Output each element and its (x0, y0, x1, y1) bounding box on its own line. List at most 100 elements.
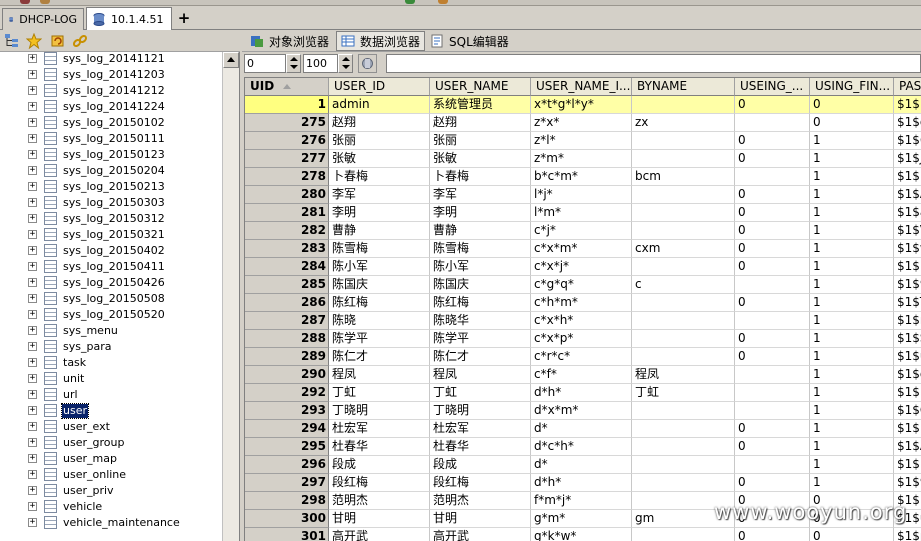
row-uid[interactable]: 283 (245, 240, 329, 258)
table-cell[interactable]: 程凤 (430, 366, 531, 384)
table-cell[interactable] (632, 132, 735, 150)
row-uid[interactable]: 293 (245, 402, 329, 420)
table-cell[interactable] (632, 204, 735, 222)
table-cell[interactable]: 0 (810, 96, 894, 114)
table-cell[interactable]: 丁晓明 (430, 402, 531, 420)
table-row[interactable]: 285陈国庆陈国庆c*g*q*c1$1$9t (245, 276, 921, 294)
table-cell[interactable]: 1 (810, 420, 894, 438)
table-row[interactable]: 289陈仁才陈仁才c*r*c*01$1$u (245, 348, 921, 366)
table-cell[interactable]: c*r*c* (531, 348, 632, 366)
table-cell[interactable]: 李明 (430, 204, 531, 222)
row-uid[interactable]: 294 (245, 420, 329, 438)
expand-icon[interactable]: + (28, 102, 37, 111)
column-header[interactable]: USING_FIN... (810, 78, 894, 96)
table-cell[interactable]: 高开武 (430, 528, 531, 541)
table-cell[interactable]: c*h*m* (531, 294, 632, 312)
table-cell[interactable]: 段成 (430, 456, 531, 474)
row-uid[interactable]: 295 (245, 438, 329, 456)
expand-icon[interactable]: + (28, 150, 37, 159)
table-cell[interactable]: g*k*w* (531, 528, 632, 541)
table-cell[interactable] (735, 312, 810, 330)
table-cell[interactable]: 0 (810, 528, 894, 541)
table-cell[interactable]: 1 (810, 402, 894, 420)
table-cell[interactable]: 1 (810, 222, 894, 240)
table-cell[interactable]: 1 (810, 330, 894, 348)
table-cell[interactable]: 赵翔 (329, 114, 430, 132)
table-cell[interactable]: 陈小军 (430, 258, 531, 276)
table-cell[interactable]: c*x*j* (531, 258, 632, 276)
expand-icon[interactable]: + (28, 454, 37, 463)
tree-node[interactable]: + vehicle (0, 499, 222, 515)
table-cell[interactable]: $1$gc (894, 114, 921, 132)
table-row[interactable]: 277张敏张敏z*m*01$1$Jl (245, 150, 921, 168)
tree-node[interactable]: + sys_log_20141203 (0, 67, 222, 83)
table-row[interactable]: 284陈小军陈小军c*x*j*01$1$BE (245, 258, 921, 276)
expand-icon[interactable]: + (28, 486, 37, 495)
table-cell[interactable]: 丁虹 (632, 384, 735, 402)
expand-icon[interactable]: + (28, 470, 37, 479)
tree-node[interactable]: + user_map (0, 451, 222, 467)
tree-node[interactable]: + sys_log_20150204 (0, 163, 222, 179)
expand-icon[interactable]: + (28, 230, 37, 239)
table-cell[interactable]: 0 (735, 204, 810, 222)
table-cell[interactable]: $1$BE (894, 258, 921, 276)
table-cell[interactable]: c*j* (531, 222, 632, 240)
table-cell[interactable]: 1 (810, 150, 894, 168)
row-uid[interactable]: 1 (245, 96, 329, 114)
table-cell[interactable]: $1$F (894, 384, 921, 402)
table-cell[interactable]: 1 (810, 438, 894, 456)
table-cell[interactable] (632, 330, 735, 348)
table-cell[interactable]: z*l* (531, 132, 632, 150)
table-cell[interactable]: z*x* (531, 114, 632, 132)
limit-stepper[interactable] (338, 54, 353, 73)
row-uid[interactable]: 292 (245, 384, 329, 402)
row-uid[interactable]: 301 (245, 528, 329, 541)
table-row[interactable]: 280李军李军l*j*01$1$A (245, 186, 921, 204)
table-cell[interactable]: 0 (735, 294, 810, 312)
refresh-icon[interactable] (50, 33, 66, 49)
table-cell[interactable]: c*x*p* (531, 330, 632, 348)
table-cell[interactable] (632, 258, 735, 276)
table-cell[interactable]: d*h* (531, 384, 632, 402)
table-cell[interactable]: 陈仁才 (329, 348, 430, 366)
tree-view-icon[interactable] (4, 33, 20, 49)
table-cell[interactable] (632, 528, 735, 541)
table-cell[interactable]: z*m* (531, 150, 632, 168)
tree-node[interactable]: + sys_log_20150303 (0, 195, 222, 211)
table-cell[interactable]: 0 (735, 222, 810, 240)
table-cell[interactable]: c*x*h* (531, 312, 632, 330)
row-uid[interactable]: 288 (245, 330, 329, 348)
row-uid[interactable]: 290 (245, 366, 329, 384)
tab-dhcp-log[interactable]: DHCP-LOG (2, 8, 84, 30)
row-uid[interactable]: 296 (245, 456, 329, 474)
add-tab-button[interactable]: + (176, 11, 192, 26)
tree-node[interactable]: + url (0, 387, 222, 403)
tree-node[interactable]: + sys_log_20150508 (0, 291, 222, 307)
table-cell[interactable]: $1$Q (894, 402, 921, 420)
table-cell[interactable]: 1 (810, 312, 894, 330)
table-cell[interactable]: $1$A (894, 186, 921, 204)
table-cell[interactable]: f*m*j* (531, 492, 632, 510)
expand-icon[interactable]: + (28, 326, 37, 335)
table-cell[interactable]: 陈红梅 (430, 294, 531, 312)
table-cell[interactable]: $1$u (894, 348, 921, 366)
table-cell[interactable]: 1 (810, 348, 894, 366)
tree-node[interactable]: + user_group (0, 435, 222, 451)
expand-icon[interactable]: + (28, 310, 37, 319)
table-cell[interactable]: $1$Jl (894, 150, 921, 168)
table-row[interactable]: 287陈晓陈晓华c*x*h* 1$1$n (245, 312, 921, 330)
table-cell[interactable]: 1 (810, 168, 894, 186)
column-header[interactable]: USEING_... (735, 78, 810, 96)
table-cell[interactable]: 1 (810, 186, 894, 204)
tree-node[interactable]: + user_online (0, 467, 222, 483)
tree-node[interactable]: + sys_menu (0, 323, 222, 339)
table-cell[interactable]: b*c*m* (531, 168, 632, 186)
table-cell[interactable]: l*m* (531, 204, 632, 222)
row-uid[interactable]: 287 (245, 312, 329, 330)
expand-icon[interactable]: + (28, 70, 37, 79)
scroll-up-button[interactable] (223, 52, 239, 68)
table-cell[interactable]: 卜春梅 (329, 168, 430, 186)
tree-node[interactable]: + unit (0, 371, 222, 387)
table-cell[interactable]: 陈雪梅 (430, 240, 531, 258)
row-uid[interactable]: 276 (245, 132, 329, 150)
